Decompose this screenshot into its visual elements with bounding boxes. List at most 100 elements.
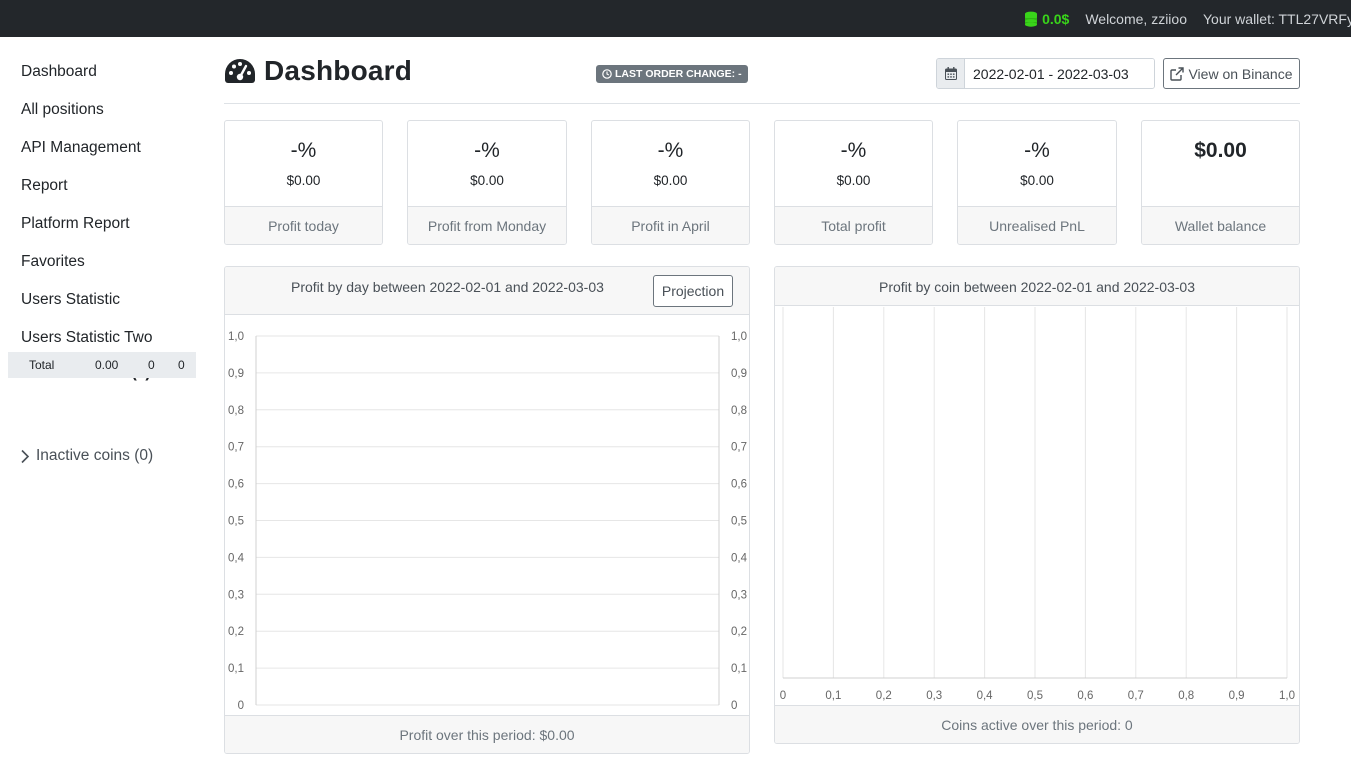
stat-card-wallet-balance: $0.00 Wallet balance [1141, 120, 1300, 245]
y-tick-label: 0,1 [228, 663, 244, 675]
stat-percent: -% [1024, 139, 1050, 162]
tachometer-icon [225, 59, 255, 83]
stat-card-profit-from-monday: -% $0.00 Profit from Monday [407, 120, 567, 245]
projection-button[interactable]: Projection [653, 275, 733, 307]
date-range-picker[interactable] [936, 58, 1155, 89]
y-tick-label: 0,2 [228, 626, 244, 638]
stat-percent: -% [840, 139, 867, 162]
wallet-address[interactable]: Your wallet: TTL27VRFyt [1203, 11, 1351, 27]
sidebar-item-users-statistic[interactable]: Users Statistic [21, 291, 120, 309]
profit-by-day-panel: Profit by day between 2022-02-01 and 202… [224, 266, 750, 754]
x-tick-label: 0,7 [1128, 690, 1144, 702]
stat-label: Unrealised PnL [958, 206, 1116, 244]
sidebar-item-dashboard[interactable]: Dashboard [21, 63, 97, 81]
profit-by-day-chart: 0 0,1 0,2 0,3 0,4 0,5 0,6 0,7 0,8 0,9 1,0 0 0,1 0,2 0,… [228, 331, 748, 712]
x-tick-label: 0,5 [1027, 690, 1043, 702]
y-tick-label: 0,6 [228, 479, 244, 491]
profit-by-coin-title: Profit by coin between 2022-02-01 and 20… [879, 279, 1195, 295]
y2-tick-label: 0,2 [731, 626, 747, 638]
top-navbar: 0.0$ Welcome, zziioo Your wallet: TTL27V… [0, 0, 1351, 37]
stat-card-profit-in-april: -% $0.00 Profit in April [591, 120, 750, 245]
sidebar-item-report[interactable]: Report [21, 177, 68, 195]
page-title: Dashboard [224, 55, 412, 87]
y-tick-label: 0,3 [228, 589, 244, 601]
stat-amount: $0.00 [470, 173, 504, 188]
y-tick-label: 0,5 [228, 516, 244, 528]
y2-tick-label: 1,0 [731, 331, 747, 343]
profit-by-coin-footer: Coins active over this period: 0 [775, 705, 1299, 743]
y-tick-label: 0,8 [228, 405, 244, 417]
header-divider [224, 103, 1300, 104]
balance-indicator: 0.0$ [1024, 11, 1069, 27]
y-tick-label: 1,0 [228, 331, 244, 343]
date-addon[interactable] [937, 59, 965, 88]
active-coins-total-row: Total 0.00 0 0 [8, 352, 196, 378]
y-tick-label: 0 [238, 700, 244, 712]
welcome-text[interactable]: Welcome, zziioo [1085, 11, 1187, 27]
profit-by-coin-header: Profit by coin between 2022-02-01 and 20… [775, 267, 1299, 306]
chevron-right-icon [21, 449, 30, 463]
y2-tick-label: 0,8 [731, 405, 747, 417]
x-tick-label: 0,9 [1229, 690, 1245, 702]
y-tick-label: 0,4 [228, 552, 245, 564]
profit-by-coin-chart: 0 0,1 0,2 0,3 0,4 0,5 0,6 0,7 0,8 0,9 1,0 [780, 307, 1295, 702]
date-range-input[interactable] [965, 59, 1154, 88]
balance-value: 0.0$ [1042, 10, 1070, 27]
sidebar-item-users-statistic-two[interactable]: Users Statistic Two [21, 329, 153, 347]
sidebar-item-platform-report[interactable]: Platform Report [21, 215, 130, 233]
stat-label: Profit today [225, 206, 382, 244]
profit-by-day-footer: Profit over this period: $0.00 [225, 715, 749, 753]
clock-icon [602, 69, 612, 79]
stat-value: $0.00 [1194, 139, 1247, 162]
y2-tick-label: 0,3 [731, 589, 747, 601]
coins-icon [1025, 11, 1038, 27]
last-order-change-badge: LAST ORDER CHANGE: - [596, 65, 748, 83]
sidebar-item-all-positions[interactable]: All positions [21, 101, 104, 119]
inactive-coins-title: Inactive coins (0) [36, 447, 154, 464]
profit-by-coin-panel: Profit by coin between 2022-02-01 and 20… [774, 266, 1300, 744]
x-tick-label: 0,4 [977, 690, 994, 702]
x-tick-label: 0,3 [926, 690, 942, 702]
page-title-text: Dashboard [264, 55, 413, 86]
calendar-icon [944, 67, 957, 80]
stat-amount: $0.00 [836, 173, 871, 188]
x-tick-label: 0,8 [1178, 690, 1194, 702]
x-tick-label: 0 [780, 690, 786, 702]
y2-tick-label: 0 [731, 700, 737, 712]
stat-label: Profit from Monday [408, 206, 566, 244]
stat-amount: $0.00 [653, 173, 688, 188]
coins-total-count-two: 0 [178, 358, 185, 372]
view-on-binance-button[interactable]: View on Binance [1163, 58, 1300, 89]
y2-tick-label: 0,5 [731, 516, 747, 528]
y-tick-label: 0,9 [228, 368, 244, 380]
coins-total-value: 0.00 [95, 358, 119, 372]
y2-tick-label: 0,9 [731, 368, 747, 380]
stat-amount: $0.00 [286, 173, 321, 188]
stat-label: Total profit [775, 206, 932, 244]
stat-label: Wallet balance [1142, 206, 1299, 244]
profit-by-day-header: Profit by day between 2022-02-01 and 202… [225, 267, 749, 315]
coins-total-label: Total [29, 358, 55, 372]
sidebar-item-api-management[interactable]: API Management [21, 139, 141, 157]
x-tick-label: 0,2 [876, 690, 892, 702]
x-tick-label: 0,6 [1077, 690, 1093, 702]
sidebar-item-favorites[interactable]: Favorites [21, 253, 85, 271]
y2-tick-label: 0,1 [731, 663, 747, 675]
stat-card-unrealised-pnl: -% $0.00 Unrealised PnL [957, 120, 1117, 245]
coins-total-count: 0 [148, 358, 155, 372]
stat-label: Profit in April [592, 206, 749, 244]
y2-tick-label: 0,4 [731, 552, 748, 564]
inactive-coins-toggle[interactable]: Inactive coins (0) [19, 447, 153, 465]
stat-card-total-profit: -% $0.00 Total profit [774, 120, 933, 245]
y2-tick-label: 0,6 [731, 479, 747, 491]
y-tick-label: 0,7 [228, 442, 244, 454]
stat-percent: -% [657, 139, 684, 162]
profit-by-day-title: Profit by day between 2022-02-01 and 202… [291, 279, 604, 295]
x-tick-label: 0,1 [825, 690, 841, 702]
last-order-change-text: LAST ORDER CHANGE: - [615, 68, 742, 80]
stat-percent: -% [474, 139, 500, 162]
view-on-binance-label: View on Binance [1188, 65, 1293, 82]
x-tick-label: 1,0 [1279, 690, 1295, 702]
stat-percent: -% [290, 139, 317, 162]
stat-amount: $0.00 [1020, 173, 1054, 188]
